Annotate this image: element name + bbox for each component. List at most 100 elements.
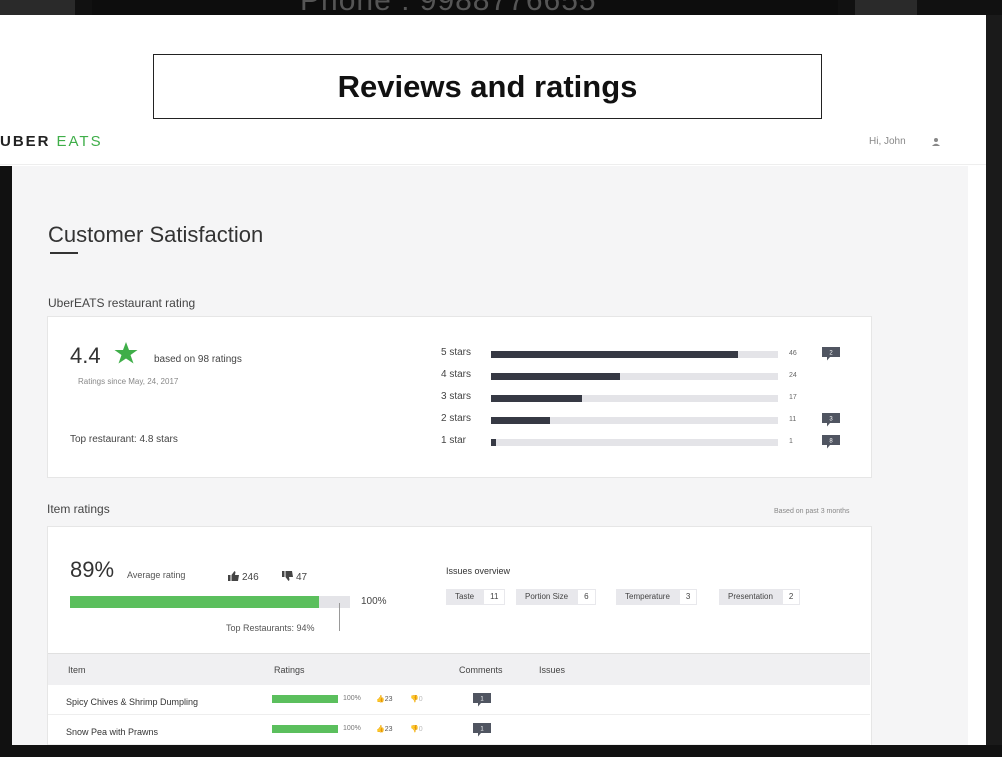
distribution-bar — [491, 395, 778, 402]
distribution-label: 4 stars — [441, 369, 472, 380]
distribution-count: 11 — [789, 416, 797, 423]
slide: Reviews and ratings UBER EATS Hi, John Cu… — [0, 15, 986, 745]
issue-name: Portion Size — [516, 589, 578, 605]
backdrop-top: Phone : 9988776655 — [0, 0, 1002, 15]
comment-icon[interactable]: 2 — [822, 347, 840, 361]
distribution-label: 2 stars — [441, 413, 472, 424]
item-thumbs-down: 👎0 — [410, 696, 423, 703]
distribution-fill — [491, 395, 583, 402]
item-thumbs-up-value: 23 — [384, 696, 393, 703]
distribution-bar — [491, 373, 778, 380]
item-thumbs-up-value: 23 — [384, 726, 393, 733]
distribution-fill — [491, 351, 738, 358]
title-underline — [50, 252, 78, 254]
item-rating-percent: 100% — [343, 695, 361, 702]
distribution-row: 1 star 1 8 — [441, 435, 861, 449]
backdrop-bottom — [0, 745, 1002, 757]
item-ratings-period: Based on past 3 months — [774, 508, 850, 515]
page-title: Customer Satisfaction — [48, 222, 264, 247]
item-ratings-label: Item ratings — [47, 502, 110, 516]
issue-chip[interactable]: Temperature 3 — [616, 589, 698, 605]
item-comment-icon[interactable]: 1 — [473, 693, 491, 707]
distribution-row: 4 stars 24 — [441, 369, 861, 383]
item-rating-fill — [272, 725, 338, 733]
distribution-fill — [491, 373, 620, 380]
item-thumbs-down-value: 0 — [418, 726, 423, 733]
item-comment-icon[interactable]: 1 — [473, 723, 491, 737]
app-header: UBER EATS Hi, John — [0, 125, 986, 165]
thumbs-up-count: 246 — [228, 571, 259, 583]
issue-count: 6 — [577, 589, 596, 605]
distribution-count: 17 — [789, 394, 797, 401]
left-edge — [0, 166, 12, 745]
thumbs-down-value: 47 — [296, 572, 308, 583]
issue-name: Taste — [446, 589, 484, 605]
app-window: UBER EATS Hi, John Customer Satisfaction … — [0, 125, 986, 745]
issue-chip[interactable]: Portion Size 6 — [516, 589, 596, 605]
item-rating-percent: 100% — [343, 725, 361, 732]
column-ratings[interactable]: Ratings — [274, 665, 305, 675]
average-rating-fill — [70, 596, 320, 608]
distribution-fill — [491, 439, 497, 446]
item-rating-bar — [272, 695, 338, 703]
table-row[interactable]: Spicy Chives & Shrimp Dumpling 100% 👍23 👎0 1 — [48, 685, 870, 715]
top-restaurants-marker — [339, 603, 340, 631]
average-rating-bar — [70, 596, 350, 608]
distribution-bar — [491, 351, 778, 358]
distribution-count: 46 — [789, 350, 797, 357]
top-restaurants-percent: Top Restaurants: 94% — [226, 623, 315, 633]
item-thumbs-up: 👍23 — [376, 696, 393, 703]
item-thumbs-down: 👎0 — [410, 726, 423, 733]
thumbs-down-count: 47 — [282, 571, 307, 583]
distribution-label: 1 star — [441, 435, 467, 446]
ubereats-logo[interactable]: UBER EATS — [0, 133, 103, 150]
slide-title: Reviews and ratings — [153, 54, 822, 119]
column-item[interactable]: Item — [68, 665, 86, 675]
backdrop-block — [855, 0, 917, 15]
screenshot-frame: Phone : 9988776655 Reviews and ratings U… — [0, 0, 1002, 757]
backdrop-block — [0, 0, 75, 15]
comment-icon[interactable]: 8 — [822, 435, 840, 449]
item-name: Snow Pea with Prawns — [66, 727, 159, 737]
distribution-label: 5 stars — [441, 347, 472, 358]
issue-count: 2 — [781, 589, 801, 605]
restaurant-rating-card: 4.4 based on 98 ratings Ratings since Ma… — [47, 316, 872, 478]
issue-chip[interactable]: Presentation 2 — [719, 589, 801, 605]
issue-name: Presentation — [719, 589, 782, 605]
issue-count: 3 — [678, 589, 698, 605]
thumbs-down-icon — [282, 571, 293, 581]
distribution-count: 24 — [789, 372, 797, 379]
distribution-fill — [491, 417, 551, 424]
issue-chip[interactable]: Taste 11 — [446, 589, 506, 605]
item-ratings-card: 89% Average rating 246 47 100% Top Resta… — [47, 526, 872, 745]
top-restaurant-rating: Top restaurant: 4.8 stars — [70, 434, 178, 445]
thumbs-up-icon — [228, 571, 239, 581]
ratings-count: based on 98 ratings — [154, 354, 242, 365]
average-rating-label: Average rating — [127, 570, 186, 580]
item-thumbs-up: 👍23 — [376, 726, 393, 733]
table-row[interactable]: Snow Pea with Prawns 100% 👍23 👎0 1 — [48, 715, 870, 745]
item-thumbs-down-value: 0 — [418, 696, 423, 703]
thumbs-up-value: 246 — [242, 572, 259, 583]
column-issues[interactable]: Issues — [539, 665, 565, 675]
column-comments[interactable]: Comments — [459, 665, 503, 675]
distribution-row: 3 stars 17 — [441, 391, 861, 405]
issues-overview-title: Issues overview — [446, 566, 511, 576]
star-icon — [114, 342, 138, 364]
distribution-bar — [491, 439, 778, 446]
user-icon[interactable] — [931, 137, 941, 147]
logo-uber: UBER — [0, 133, 51, 150]
user-greeting[interactable]: Hi, John — [869, 136, 906, 147]
restaurant-rating-label: UberEATS restaurant rating — [48, 296, 196, 310]
item-rating-bar — [272, 725, 338, 733]
average-rating-max: 100% — [361, 596, 387, 607]
backdrop-phone-text: Phone : 9988776655 — [300, 0, 597, 15]
backdrop-right — [986, 15, 1002, 745]
average-rating-percent: 89% — [70, 557, 115, 582]
item-rating-fill — [272, 695, 338, 703]
comment-icon[interactable]: 3 — [822, 413, 840, 427]
issue-name: Temperature — [616, 589, 679, 605]
rating-score: 4.4 — [70, 343, 101, 368]
distribution-count: 1 — [789, 438, 793, 445]
distribution-label: 3 stars — [441, 391, 472, 402]
